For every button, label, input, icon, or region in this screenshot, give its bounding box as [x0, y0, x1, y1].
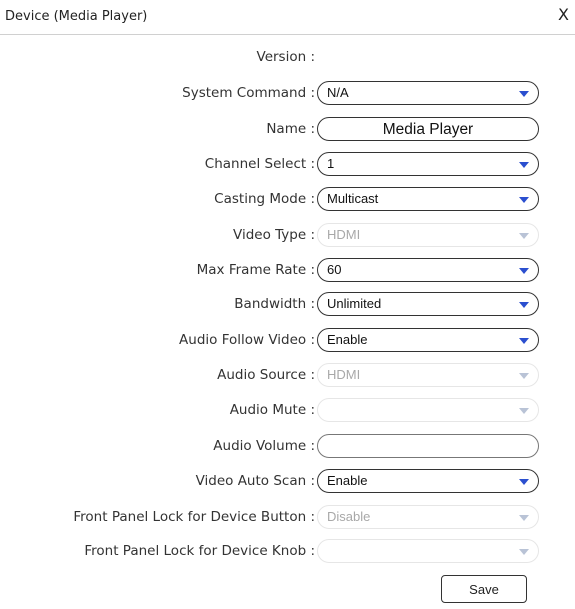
chevron-down-icon [519, 479, 529, 485]
chevron-down-icon [519, 233, 529, 239]
max-frame-rate-select[interactable]: 60 [317, 258, 539, 282]
front-panel-lock-button-value: Disable [327, 509, 371, 524]
video-type-label: Video Type : [233, 227, 315, 243]
row-version: Version : [0, 45, 575, 69]
row-front-panel-lock-button: Front Panel Lock for Device Button : Dis… [0, 505, 575, 529]
bandwidth-value: Unlimited [327, 296, 382, 311]
chevron-down-icon [519, 549, 529, 555]
front-panel-lock-knob-select [317, 539, 539, 563]
chevron-down-icon [519, 515, 529, 521]
chevron-down-icon [519, 268, 529, 274]
row-video-type: Video Type : HDMI [0, 223, 575, 247]
channel-select-value: 1 [327, 156, 335, 171]
dialog-title: Device (Media Player) [5, 9, 148, 24]
row-front-panel-lock-knob: Front Panel Lock for Device Knob : [0, 539, 575, 563]
channel-select-dropdown[interactable]: 1 [317, 152, 539, 176]
system-command-value: N/A [327, 85, 349, 100]
chevron-down-icon [519, 302, 529, 308]
row-max-frame-rate: Max Frame Rate : 60 [0, 258, 575, 282]
chevron-down-icon [519, 373, 529, 379]
max-frame-rate-label: Max Frame Rate : [196, 262, 315, 278]
bandwidth-label: Bandwidth : [234, 296, 315, 312]
front-panel-lock-button-label: Front Panel Lock for Device Button : [73, 509, 315, 525]
audio-volume-input [317, 434, 539, 458]
chevron-down-icon [519, 338, 529, 344]
casting-mode-value: Multicast [327, 191, 379, 206]
name-label: Name : [266, 121, 315, 137]
channel-select-label: Channel Select : [204, 156, 315, 172]
audio-source-value: HDMI [327, 367, 361, 382]
chevron-down-icon [519, 91, 529, 97]
bandwidth-select[interactable]: Unlimited [317, 292, 539, 316]
row-casting-mode: Casting Mode : Multicast [0, 187, 575, 211]
audio-follow-video-select[interactable]: Enable [317, 328, 539, 352]
video-auto-scan-value: Enable [327, 473, 368, 488]
chevron-down-icon [519, 197, 529, 203]
video-type-select: HDMI [317, 223, 539, 247]
row-audio-source: Audio Source : HDMI [0, 363, 575, 387]
front-panel-lock-knob-label: Front Panel Lock for Device Knob : [84, 543, 315, 559]
casting-mode-select[interactable]: Multicast [317, 187, 539, 211]
audio-mute-select [317, 398, 539, 422]
row-audio-volume: Audio Volume : [0, 434, 575, 458]
system-command-select[interactable]: N/A [317, 81, 539, 105]
row-audio-follow-video: Audio Follow Video : Enable [0, 328, 575, 352]
audio-follow-video-label: Audio Follow Video : [179, 332, 315, 348]
row-video-auto-scan: Video Auto Scan : Enable [0, 469, 575, 493]
chevron-down-icon [519, 408, 529, 414]
audio-source-label: Audio Source : [217, 367, 315, 383]
audio-source-select: HDMI [317, 363, 539, 387]
max-frame-rate-value: 60 [327, 262, 342, 277]
audio-mute-label: Audio Mute : [229, 402, 315, 418]
casting-mode-label: Casting Mode : [214, 191, 315, 207]
device-settings-dialog: Device (Media Player) X Version : System… [0, 0, 575, 609]
save-button[interactable]: Save [441, 575, 527, 603]
system-command-label: System Command : [182, 85, 315, 101]
video-type-value: HDMI [327, 227, 361, 242]
audio-volume-label: Audio Volume : [213, 438, 315, 454]
row-audio-mute: Audio Mute : [0, 398, 575, 422]
row-name: Name : Media Player [0, 117, 575, 141]
close-icon[interactable]: X [558, 6, 569, 24]
row-system-command: System Command : N/A [0, 81, 575, 105]
front-panel-lock-button-select: Disable [317, 505, 539, 529]
dialog-titlebar: Device (Media Player) X [0, 0, 575, 35]
video-auto-scan-label: Video Auto Scan : [195, 473, 315, 489]
audio-follow-video-value: Enable [327, 332, 368, 347]
row-bandwidth: Bandwidth : Unlimited [0, 292, 575, 316]
version-label: Version : [256, 49, 315, 65]
chevron-down-icon [519, 162, 529, 168]
name-value: Media Player [382, 121, 474, 138]
name-input[interactable]: Media Player [317, 117, 539, 141]
row-channel-select: Channel Select : 1 [0, 152, 575, 176]
video-auto-scan-select[interactable]: Enable [317, 469, 539, 493]
